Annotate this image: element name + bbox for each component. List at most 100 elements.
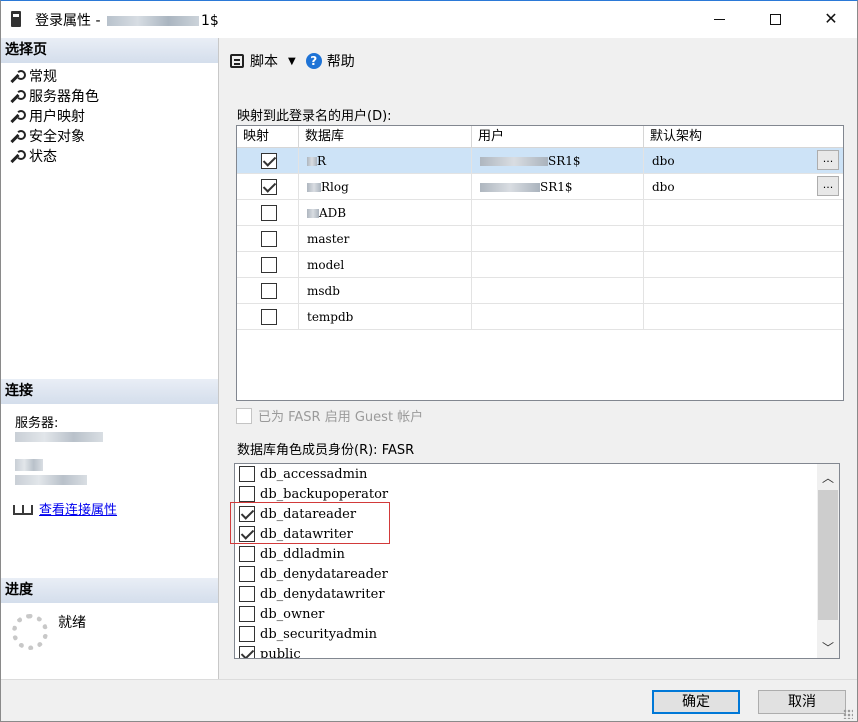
role-checkbox[interactable] xyxy=(239,626,255,642)
page-item-securables[interactable]: 安全对象 xyxy=(9,127,99,147)
schema-cell xyxy=(644,226,843,252)
list-item[interactable]: public xyxy=(239,644,301,658)
schema-browse-button[interactable]: ... xyxy=(817,150,839,170)
chevron-up-icon[interactable]: ︿ xyxy=(817,468,839,488)
table-row[interactable]: msdb xyxy=(237,278,843,304)
redacted-text xyxy=(480,157,548,166)
plug-icon xyxy=(13,503,33,515)
user-cell xyxy=(472,304,644,330)
redacted-text xyxy=(307,157,317,166)
list-item[interactable]: db_owner xyxy=(239,604,324,624)
select-page-header: 选择页 xyxy=(1,38,218,63)
map-checkbox[interactable] xyxy=(261,153,277,169)
toolbar: 脚本 ▼ ? 帮助 xyxy=(230,51,355,71)
connection-header: 连接 xyxy=(1,379,218,404)
mapping-label: 映射到此登录名的用户(D): xyxy=(237,109,392,124)
list-item[interactable]: db_denydatareader xyxy=(239,564,388,584)
user-mapping-grid: 映射 数据库 用户 默认架构 R SR1$ dbo ... Rlog SR1$ … xyxy=(236,125,844,401)
schema-cell xyxy=(644,304,843,330)
schema-cell[interactable]: dbo xyxy=(644,174,843,200)
role-checkbox[interactable] xyxy=(239,646,255,658)
schema-cell xyxy=(644,200,843,226)
redacted-login-name xyxy=(106,16,199,26)
chevron-down-icon[interactable]: ﹀ xyxy=(817,638,839,658)
minimize-button[interactable] xyxy=(691,1,747,37)
script-icon xyxy=(230,54,244,68)
map-checkbox[interactable] xyxy=(261,257,277,273)
list-item[interactable]: db_ddladmin xyxy=(239,544,345,564)
column-header-database[interactable]: 数据库 xyxy=(299,126,472,148)
wrench-icon xyxy=(9,130,26,144)
table-row[interactable]: Rlog SR1$ dbo ... xyxy=(237,174,843,200)
page-item-general[interactable]: 常规 xyxy=(9,67,99,87)
table-row[interactable]: model xyxy=(237,252,843,278)
maximize-button[interactable] xyxy=(747,1,803,37)
role-checkbox[interactable] xyxy=(239,566,255,582)
guest-account-checkbox[interactable]: 已为 FASR 启用 Guest 帐户 xyxy=(236,406,423,425)
redacted-text xyxy=(307,183,321,192)
redacted-server-name xyxy=(15,432,103,442)
wrench-icon xyxy=(9,70,26,84)
column-header-default-schema[interactable]: 默认架构 xyxy=(644,126,843,148)
script-button[interactable]: 脚本 xyxy=(250,51,278,71)
cancel-button[interactable]: 取消 xyxy=(758,690,846,714)
list-item[interactable]: db_backupoperator xyxy=(239,484,388,504)
chevron-down-icon[interactable]: ▼ xyxy=(288,56,296,67)
view-connection-properties-link[interactable]: 查看连接属性 xyxy=(13,499,117,518)
resize-grip-icon[interactable] xyxy=(843,709,853,719)
table-row[interactable]: tempdb xyxy=(237,304,843,330)
close-icon: ✕ xyxy=(824,9,838,28)
map-checkbox[interactable] xyxy=(261,179,277,195)
list-item[interactable]: db_accessadmin xyxy=(239,464,367,484)
table-row[interactable]: master xyxy=(237,226,843,252)
table-row[interactable]: R SR1$ dbo ... xyxy=(237,148,843,174)
schema-cell[interactable]: dbo xyxy=(644,148,843,174)
list-item[interactable]: db_denydatawriter xyxy=(239,584,385,604)
database-cell: msdb xyxy=(299,278,472,304)
role-checkbox[interactable] xyxy=(239,546,255,562)
page-item-user-mapping[interactable]: 用户映射 xyxy=(9,107,99,127)
database-cell: tempdb xyxy=(299,304,472,330)
left-pane: 选择页 常规 服务器角色 用户映射 安全对象 状态 连接 服务器: 查看连接属性… xyxy=(1,38,219,679)
map-checkbox[interactable] xyxy=(261,231,277,247)
database-cell: ADB xyxy=(299,200,472,226)
scrollbar-thumb[interactable] xyxy=(818,490,838,620)
user-cell xyxy=(472,278,644,304)
map-checkbox[interactable] xyxy=(261,309,277,325)
role-checkbox[interactable] xyxy=(239,466,255,482)
role-checkbox[interactable] xyxy=(239,606,255,622)
column-header-map[interactable]: 映射 xyxy=(237,126,299,148)
maximize-icon xyxy=(769,14,781,25)
column-header-user[interactable]: 用户 xyxy=(472,126,644,148)
user-cell xyxy=(472,226,644,252)
map-checkbox[interactable] xyxy=(261,283,277,299)
ok-button[interactable]: 确定 xyxy=(652,690,740,714)
divider xyxy=(1,679,857,680)
role-checkbox[interactable] xyxy=(239,486,255,502)
wrench-icon xyxy=(9,150,26,164)
redacted-connection-label xyxy=(15,459,43,471)
progress-header: 进度 xyxy=(1,578,218,603)
role-checkbox[interactable] xyxy=(239,586,255,602)
roles-scrollbar[interactable]: ︿ ﹀ xyxy=(817,464,839,658)
list-item[interactable]: db_securityadmin xyxy=(239,624,377,644)
window-title: 登录属性 - 1$ xyxy=(35,13,219,29)
schema-cell xyxy=(644,252,843,278)
map-checkbox[interactable] xyxy=(261,205,277,221)
help-button[interactable]: 帮助 xyxy=(327,51,355,71)
close-button[interactable]: ✕ xyxy=(803,1,858,37)
login-properties-dialog: 登录属性 - 1$ ✕ 选择页 常规 服务器角色 用户映射 安全对象 状态 连接… xyxy=(0,0,858,722)
minimize-icon xyxy=(713,19,725,20)
schema-browse-button[interactable]: ... xyxy=(817,176,839,196)
page-item-status[interactable]: 状态 xyxy=(9,147,99,167)
page-item-server-roles[interactable]: 服务器角色 xyxy=(9,87,99,107)
redacted-text xyxy=(307,209,319,218)
grid-header: 映射 数据库 用户 默认架构 xyxy=(237,126,843,148)
roles-label: 数据库角色成员身份(R): FASR xyxy=(237,443,415,458)
database-role-list: db_accessadmin db_backupoperator db_data… xyxy=(234,463,840,659)
server-label: 服务器: xyxy=(15,416,59,431)
app-icon xyxy=(11,11,21,27)
page-list: 常规 服务器角色 用户映射 安全对象 状态 xyxy=(9,67,99,167)
database-cell: master xyxy=(299,226,472,252)
table-row[interactable]: ADB xyxy=(237,200,843,226)
